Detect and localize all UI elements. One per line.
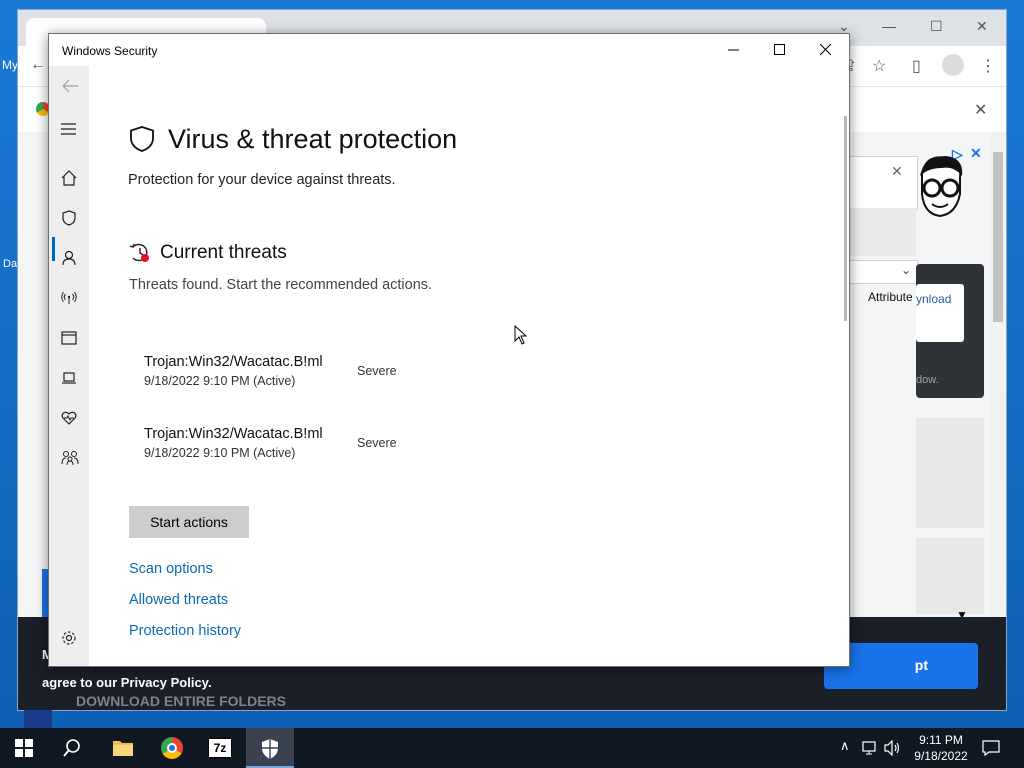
nav-network[interactable] — [49, 278, 89, 318]
threat-name: Trojan:Win32/Wacatac.B!ml — [144, 354, 323, 370]
threat-name: Trojan:Win32/Wacatac.B!ml — [144, 426, 323, 442]
page-subtitle: Protection for your device against threa… — [128, 172, 396, 188]
nav-home[interactable] — [49, 158, 89, 198]
content-scrollbar[interactable] — [844, 116, 847, 321]
main-content: Virus & threat protection Protection for… — [89, 66, 849, 666]
threat-date: 9/18/2022 9:10 PM (Active) — [144, 374, 296, 388]
windows-security-taskbar-button[interactable] — [246, 728, 294, 768]
ad-download-button[interactable]: ynload — [916, 284, 964, 342]
threat-date: 9/18/2022 9:10 PM (Active) — [144, 446, 296, 460]
account-icon — [62, 250, 76, 266]
taskbar: 7z ∧ 9:11 PM 9/18/2022 — [0, 728, 1024, 768]
privacy-text: agree to our Privacy Policy. — [42, 675, 212, 690]
menu-button[interactable] — [49, 110, 89, 150]
dialog-gray-area — [848, 208, 916, 256]
gear-icon — [62, 631, 76, 645]
maximize-icon[interactable]: ☐ — [930, 18, 943, 35]
window-title: Windows Security — [62, 44, 158, 58]
download-folders-text: DOWNLOAD ENTIRE FOLDERS — [76, 693, 286, 709]
maximize-icon — [774, 44, 785, 55]
nav-device-security[interactable] — [49, 358, 89, 398]
current-threats-subtitle: Threats found. Start the recommended act… — [129, 277, 433, 293]
shield-heading-icon — [130, 126, 154, 152]
volume-icon[interactable] — [884, 740, 902, 756]
notification-icon[interactable] — [982, 740, 1000, 756]
close-icon[interactable]: ✕ — [891, 163, 903, 180]
dialog-fragment: ✕ — [838, 156, 918, 210]
back-button[interactable] — [49, 66, 89, 106]
minimize-icon[interactable]: — — [882, 18, 896, 34]
folder-icon — [113, 741, 133, 756]
attribute-header: Attribute — [868, 290, 913, 304]
threat-clock-icon — [129, 243, 149, 262]
chrome-taskbar-button[interactable] — [148, 728, 196, 768]
7zip-icon: 7z — [208, 738, 232, 758]
desktop-icon-label[interactable]: Da — [3, 258, 17, 270]
ad-block — [916, 538, 984, 614]
minimize-icon — [728, 49, 739, 51]
chevron-down-icon: ⌄ — [901, 263, 912, 277]
close-icon[interactable]: ✕ — [976, 18, 988, 35]
nav-app-browser[interactable] — [49, 318, 89, 358]
tray-chevron-up-icon[interactable]: ∧ — [840, 738, 850, 754]
laptop-icon — [62, 372, 76, 384]
home-icon — [61, 170, 77, 186]
search-button[interactable] — [48, 728, 96, 768]
start-actions-button[interactable]: Start actions — [129, 506, 249, 538]
infobar-close-icon[interactable]: ✕ — [974, 100, 987, 120]
scrollbar-thumb[interactable] — [993, 152, 1003, 322]
back-icon[interactable]: ← — [30, 56, 46, 74]
dropdown-fragment[interactable]: ⌄ — [848, 260, 918, 284]
close-icon — [820, 44, 832, 56]
7zip-taskbar-button[interactable]: 7z — [196, 728, 244, 768]
scan-options-link[interactable]: Scan options — [129, 561, 213, 577]
minimize-button[interactable] — [711, 34, 757, 66]
network-tray-icon[interactable] — [862, 740, 880, 756]
nav-device-health[interactable] — [49, 398, 89, 438]
nav-virus-protection[interactable] — [49, 198, 89, 238]
allowed-threats-link[interactable]: Allowed threats — [129, 592, 228, 608]
nav-account[interactable] — [49, 238, 89, 278]
threat-severity: Severe — [357, 436, 397, 450]
menu-dots-icon[interactable]: ⋮ — [980, 56, 996, 76]
profile-avatar-icon[interactable] — [942, 54, 964, 76]
protection-history-link[interactable]: Protection history — [129, 623, 241, 639]
app-browser-icon — [61, 331, 77, 345]
mouse-cursor-icon — [514, 325, 528, 345]
maximize-button[interactable] — [757, 34, 803, 66]
search-icon — [63, 739, 80, 757]
nav-family-options[interactable] — [49, 438, 89, 478]
side-nav — [49, 66, 89, 666]
ad-panel: ynload dow. — [916, 264, 984, 398]
start-button[interactable] — [0, 728, 48, 768]
current-threats-title: Current threats — [160, 242, 287, 263]
star-icon[interactable]: ☆ — [872, 56, 886, 76]
windows-security-window: Windows Security Virus & threat protecti… — [48, 33, 850, 667]
threat-severity: Severe — [357, 364, 397, 378]
clock-time[interactable]: 9:11 PM — [906, 733, 976, 747]
ad-window-text: dow. — [916, 374, 939, 386]
hamburger-icon — [61, 123, 76, 135]
page-title: Virus & threat protection — [168, 124, 458, 154]
heart-icon — [61, 411, 77, 425]
ad-close-icon[interactable]: ✕ — [970, 145, 982, 162]
ad-block — [916, 418, 984, 528]
chrome-logo-icon — [161, 737, 183, 759]
close-button[interactable] — [803, 34, 849, 66]
family-icon — [61, 451, 79, 466]
security-shield-icon — [262, 739, 278, 759]
back-arrow-icon — [62, 79, 78, 93]
windows-logo-icon — [15, 739, 33, 757]
nav-settings[interactable] — [49, 618, 89, 658]
sidepanel-icon[interactable]: ▯ — [912, 56, 921, 76]
network-icon — [61, 291, 77, 304]
shield-icon — [62, 210, 76, 226]
mascot-face-icon — [916, 154, 964, 224]
desktop-icon-label[interactable]: My — [2, 58, 18, 72]
file-explorer-button[interactable] — [98, 728, 146, 768]
clock-date[interactable]: 9/18/2022 — [906, 749, 976, 763]
title-bar[interactable]: Windows Security — [49, 34, 849, 66]
